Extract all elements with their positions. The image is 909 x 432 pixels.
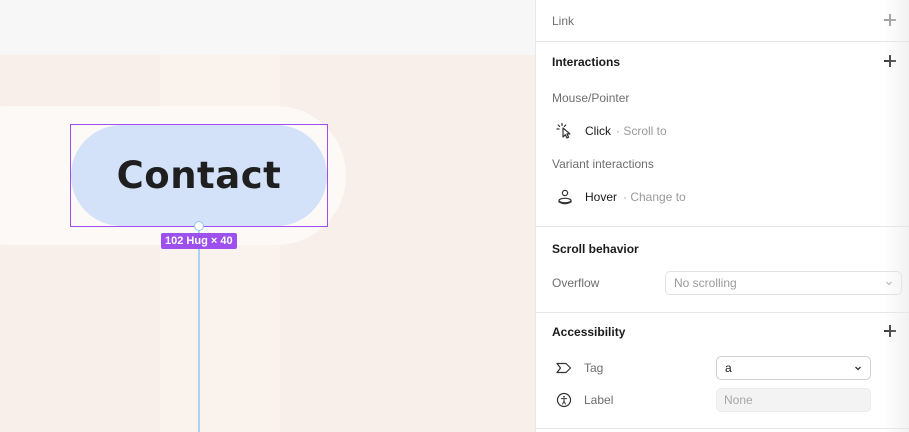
overflow-label: Overflow — [552, 276, 600, 290]
click-action-label: · Scroll to — [616, 124, 667, 138]
divider — [536, 428, 909, 429]
accessibility-icon — [556, 392, 572, 408]
hover-interaction-row[interactable]: Hover · Change to — [546, 186, 886, 208]
accessibility-label-input[interactable]: None — [716, 388, 871, 412]
mouse-pointer-label: Mouse/Pointer — [552, 91, 630, 105]
divider — [536, 41, 909, 42]
tag-select[interactable]: a — [716, 356, 871, 380]
interaction-connector-line — [198, 231, 200, 432]
click-interaction-row[interactable]: Click · Scroll to — [546, 120, 886, 142]
variant-interactions-label: Variant interactions — [552, 157, 654, 171]
size-badge: 102 Hug × 40 — [161, 233, 237, 249]
add-link-plus-icon[interactable] — [884, 14, 896, 26]
contact-button-label: Contact — [116, 154, 282, 197]
divider — [536, 226, 909, 227]
hover-icon — [558, 189, 572, 205]
accessibility-heading: Accessibility — [552, 325, 626, 339]
contact-button[interactable]: Contact — [71, 125, 327, 226]
click-trigger-label: Click — [585, 124, 611, 138]
tag-icon — [556, 362, 572, 374]
link-section-label: Link — [552, 14, 575, 28]
scroll-behavior-heading: Scroll behavior — [552, 242, 639, 256]
divider — [536, 312, 909, 313]
hover-action-label: · Change to — [623, 190, 686, 204]
overflow-select-value: No scrolling — [674, 276, 737, 290]
overflow-select[interactable]: No scrolling — [665, 271, 902, 295]
tag-select-value: a — [725, 361, 732, 375]
connection-handle[interactable] — [194, 221, 204, 231]
properties-panel: Link Interactions Mouse/Pointer Click · … — [535, 0, 909, 432]
hover-trigger-label: Hover — [585, 190, 618, 204]
label-field-label: Label — [584, 393, 614, 407]
cursor-click-icon — [556, 122, 571, 139]
interactions-heading: Interactions — [552, 55, 621, 69]
add-accessibility-plus-icon[interactable] — [884, 325, 896, 337]
canvas-top-strip — [0, 0, 535, 55]
design-canvas[interactable]: Contact 102 Hug × 40 — [0, 0, 535, 432]
chevron-down-icon — [886, 281, 892, 286]
tag-label: Tag — [584, 361, 604, 375]
add-interaction-plus-icon[interactable] — [884, 55, 896, 67]
chevron-down-icon — [855, 366, 861, 371]
